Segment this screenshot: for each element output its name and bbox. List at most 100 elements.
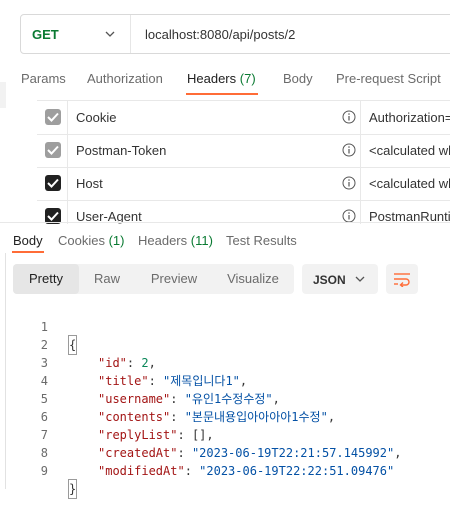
header-value[interactable]: Authorization= (369, 110, 450, 125)
json-value: 2 (141, 356, 149, 370)
code-text: } (67, 479, 78, 499)
comma: , (148, 356, 156, 370)
json-key: "createdAt" (98, 446, 178, 460)
language-select[interactable]: JSON (302, 264, 378, 294)
active-tab-indicator (186, 93, 258, 95)
info-icon[interactable] (342, 110, 356, 124)
tab-label: Authorization (87, 71, 163, 86)
line-number: 1 (40, 320, 48, 334)
code-text: "title": "제목입니다1", (98, 374, 248, 388)
code-text: "modifiedAt": "2023-06-19T22:22:51.09476… (98, 464, 395, 478)
preview-button[interactable]: Preview (137, 264, 211, 294)
json-value: "2023-06-19T22:22:51.09476" (199, 464, 395, 478)
header-value[interactable]: <calculated wh (369, 176, 450, 191)
tab-authorization[interactable]: Authorization (87, 71, 163, 86)
checkbox-icon[interactable] (45, 109, 61, 125)
json-key: "contents" (98, 410, 171, 424)
tab-response-headers[interactable]: Headers (11) (138, 233, 213, 248)
line-number: 8 (40, 446, 48, 460)
checkbox-icon[interactable] (45, 142, 61, 158)
headers-table: Cookie Authorization= Postman-Token <cal… (37, 100, 450, 224)
tab-label: Pre-request Script (336, 71, 441, 86)
comma: , (272, 392, 280, 406)
json-value: "제목입니다1" (163, 374, 240, 388)
json-key: "title" (98, 374, 149, 388)
line-number: 6 (40, 410, 48, 424)
column-divider (360, 134, 361, 167)
request-tabs: Params Authorization Headers (7) Body Pr… (0, 68, 450, 96)
language-label: JSON (313, 273, 346, 287)
tab-count: (1) (108, 233, 125, 248)
method-select[interactable]: GET (21, 15, 131, 53)
json-value: [] (191, 428, 207, 442)
table-row: Cookie Authorization= (37, 101, 450, 135)
checkbox-cell (37, 167, 68, 200)
header-key[interactable]: Cookie (76, 110, 116, 125)
chevron-down-icon (355, 276, 365, 282)
code-text: "replyList": [], (98, 428, 214, 442)
tab-label: Body (283, 71, 313, 86)
line-number: 3 (40, 356, 48, 370)
open-brace: { (67, 335, 78, 355)
code-line: 9 } (0, 444, 78, 499)
table-row: User-Agent PostmanRuntim (37, 200, 450, 224)
code-line: 4 "username": "유인1수정수정", (0, 354, 280, 406)
tab-label: Test Results (226, 233, 297, 248)
json-key: "username" (98, 392, 171, 406)
wrap-lines-icon (394, 273, 410, 287)
tab-params[interactable]: Params (21, 71, 66, 86)
json-key: "modifiedAt" (98, 464, 185, 478)
line-number: 4 (40, 374, 48, 388)
code-line: 6 "replyList": [], (0, 390, 214, 442)
code-line: 2 "id": 2, (0, 318, 156, 370)
line-number: 5 (40, 392, 48, 406)
tab-body[interactable]: Body (283, 71, 313, 86)
wrap-lines-button[interactable] (386, 264, 418, 294)
url-input[interactable]: localhost:8080/api/posts/2 (131, 27, 295, 42)
table-row: Postman-Token <calculated wh (37, 134, 450, 168)
tab-pre-request-script[interactable]: Pre-request Script (336, 71, 441, 86)
response-tabs: Body Cookies (1) Headers (11) Test Resul… (0, 222, 450, 253)
header-value[interactable]: <calculated wh (369, 143, 450, 158)
close-brace: } (67, 479, 78, 499)
format-toggle-group: Pretty Raw Preview Visualize (13, 264, 294, 294)
chevron-down-icon (105, 31, 115, 37)
tab-count: (7) (239, 71, 256, 86)
comma: , (394, 446, 402, 460)
tab-response-body[interactable]: Body (13, 233, 43, 248)
info-icon[interactable] (342, 176, 356, 190)
raw-button[interactable]: Raw (79, 264, 135, 294)
column-divider (360, 101, 361, 134)
checkbox-cell (37, 200, 68, 224)
column-divider (360, 167, 361, 200)
pretty-button[interactable]: Pretty (13, 264, 79, 294)
json-key: "replyList" (98, 428, 178, 442)
active-tab-indicator (12, 251, 44, 253)
tab-label: Cookies (58, 233, 105, 248)
comma: , (206, 428, 214, 442)
code-line: 8 "modifiedAt": "2023-06-19T22:22:51.094… (0, 426, 394, 478)
line-number: 2 (40, 338, 48, 352)
checkbox-icon[interactable] (45, 175, 61, 191)
tab-label: Headers (187, 71, 237, 86)
info-icon[interactable] (342, 143, 356, 157)
header-key[interactable]: Postman-Token (76, 143, 166, 158)
code-text: "createdAt": "2023-06-19T22:21:57.145992… (98, 446, 402, 460)
json-value: "2023-06-19T22:21:57.145992" (191, 446, 395, 460)
info-icon[interactable] (342, 209, 356, 223)
checkbox-cell (37, 101, 68, 134)
tab-count: (11) (190, 233, 213, 248)
json-key: "id" (98, 356, 127, 370)
code-text: "username": "유인1수정수정", (98, 392, 280, 406)
column-divider (360, 200, 361, 224)
visualize-button[interactable]: Visualize (213, 264, 293, 294)
code-text: { (67, 335, 78, 355)
checkbox-cell (37, 134, 68, 167)
comma: , (239, 374, 248, 388)
line-number: 7 (40, 428, 48, 442)
tab-cookies[interactable]: Cookies (1) (58, 233, 124, 248)
comma: , (327, 410, 336, 424)
tab-test-results[interactable]: Test Results (226, 233, 297, 248)
header-key[interactable]: Host (76, 176, 103, 191)
tab-headers[interactable]: Headers (7) (187, 71, 256, 86)
